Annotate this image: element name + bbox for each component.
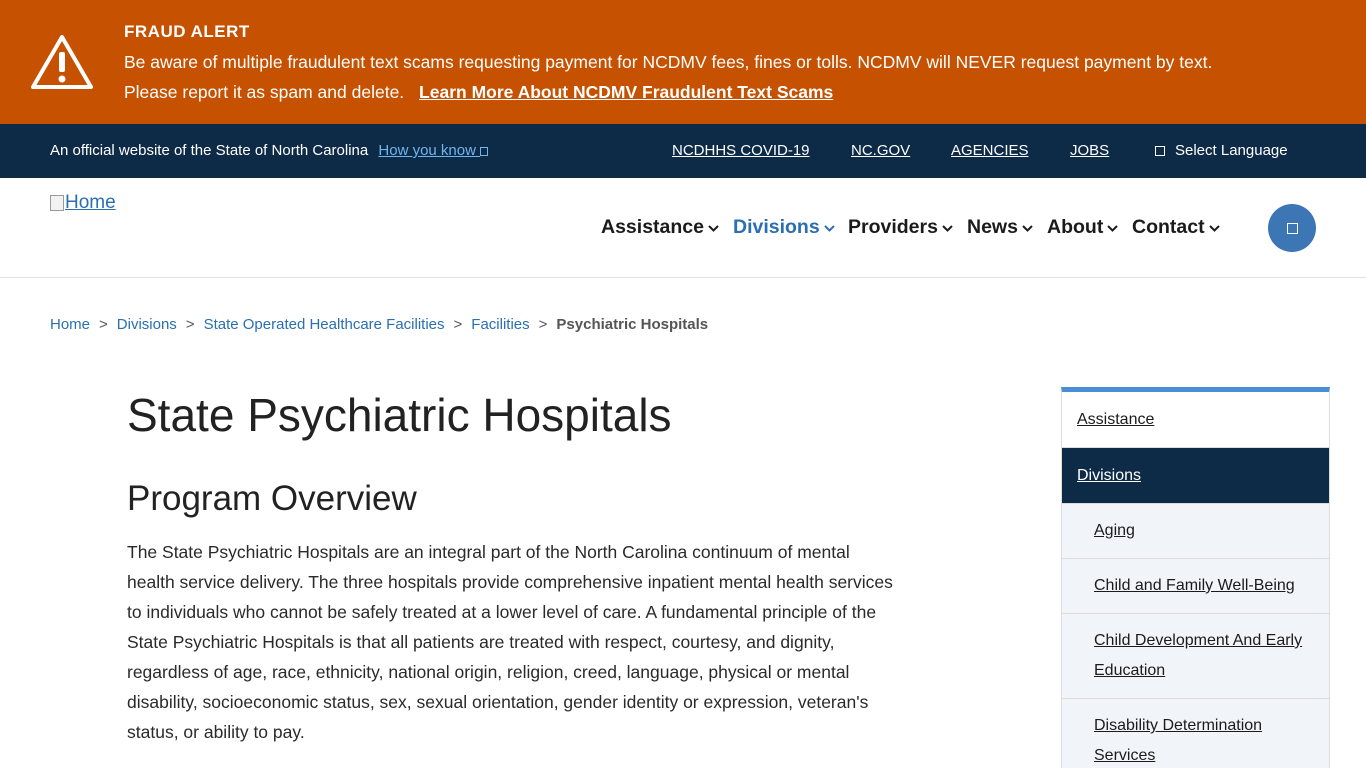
chevron-down-icon — [1208, 225, 1220, 232]
nav-assistance[interactable]: Assistance — [601, 216, 719, 239]
warning-triangle-icon — [31, 35, 93, 89]
broken-image-icon — [50, 195, 64, 211]
nav-news[interactable]: News — [967, 216, 1033, 239]
nav-about[interactable]: About — [1047, 216, 1119, 239]
topnav-ncgov[interactable]: NC.GOV — [851, 142, 910, 159]
sidebar-item-assistance[interactable]: Assistance — [1062, 392, 1329, 448]
breadcrumb-separator: > — [99, 316, 108, 333]
nav-news-label: News — [967, 216, 1018, 238]
nav-providers[interactable]: Providers — [848, 216, 953, 239]
official-site-notice: An official website of the State of Nort… — [50, 142, 489, 159]
nav-providers-label: Providers — [848, 216, 938, 238]
how-you-know-label: How you know — [378, 142, 476, 159]
nav-divisions-label: Divisions — [733, 216, 820, 238]
breadcrumb-state-operated[interactable]: State Operated Healthcare Facilities — [204, 316, 445, 333]
alert-title: FRAUD ALERT — [124, 22, 250, 41]
topnav-jobs[interactable]: JOBS — [1070, 142, 1109, 159]
language-selector[interactable]: Select Language — [1155, 142, 1288, 159]
sidebar-item-child-family[interactable]: Child and Family Well-Being — [1062, 559, 1329, 614]
fraud-alert-banner: FRAUD ALERT Be aware of multiple fraudul… — [0, 0, 1366, 124]
nav-contact-label: Contact — [1132, 216, 1205, 238]
breadcrumb-separator: > — [538, 316, 548, 333]
sidebar-nav: Assistance Divisions Aging Child and Fam… — [1061, 387, 1330, 768]
breadcrumb-current: Psychiatric Hospitals — [556, 316, 709, 333]
sidebar-item-divisions[interactable]: Divisions — [1062, 448, 1329, 504]
breadcrumb-facilities[interactable]: Facilities — [471, 316, 529, 333]
chevron-down-icon — [942, 225, 953, 232]
sidebar-item-child-development[interactable]: Child Development And Early Education — [1062, 614, 1329, 699]
nav-divisions[interactable]: Divisions — [733, 216, 835, 239]
search-button[interactable] — [1268, 204, 1316, 252]
official-site-text: An official website of the State of Nort… — [50, 142, 369, 159]
utility-bar: An official website of the State of Nort… — [0, 124, 1366, 178]
expand-icon — [480, 147, 489, 156]
program-overview-text: The State Psychiatric Hospitals are an i… — [127, 542, 893, 742]
topnav-agencies[interactable]: AGENCIES — [951, 142, 1029, 159]
topnav-covid[interactable]: NCDHHS COVID-19 — [672, 142, 810, 159]
sidebar-item-disability-determination[interactable]: Disability Determination Services — [1062, 699, 1329, 768]
nav-assistance-label: Assistance — [601, 216, 704, 238]
alert-message: Be aware of multiple fraudulent text sca… — [124, 47, 1234, 107]
breadcrumb-separator: > — [185, 316, 195, 333]
nav-about-label: About — [1047, 216, 1104, 238]
language-label: Select Language — [1175, 142, 1288, 159]
nav-contact[interactable]: Contact — [1132, 216, 1220, 239]
breadcrumb-home[interactable]: Home — [50, 316, 90, 333]
chevron-down-icon — [1022, 225, 1033, 232]
how-you-know-link[interactable]: How you know — [378, 142, 489, 159]
search-icon — [1286, 222, 1298, 234]
breadcrumb: Home > Divisions > State Operated Healthcare… — [50, 316, 708, 333]
page-title: State Psychiatric Hospitals — [127, 389, 672, 441]
breadcrumb-separator: > — [453, 316, 463, 333]
site-header: Home Assistance Divisions Providers News… — [0, 178, 1366, 278]
sidebar-item-aging[interactable]: Aging — [1062, 504, 1329, 559]
home-logo-link[interactable]: Home — [50, 192, 116, 214]
logo-alt-text: Home — [65, 192, 116, 213]
chevron-down-icon — [823, 225, 835, 232]
chevron-down-icon — [708, 225, 719, 232]
breadcrumb-divisions[interactable]: Divisions — [117, 316, 177, 333]
alert-learn-more-link[interactable]: Learn More About NCDMV Fraudulent Text S… — [419, 82, 833, 102]
chevron-down-icon — [1107, 225, 1119, 232]
section-title: Program Overview — [127, 479, 417, 518]
globe-icon — [1155, 146, 1165, 156]
